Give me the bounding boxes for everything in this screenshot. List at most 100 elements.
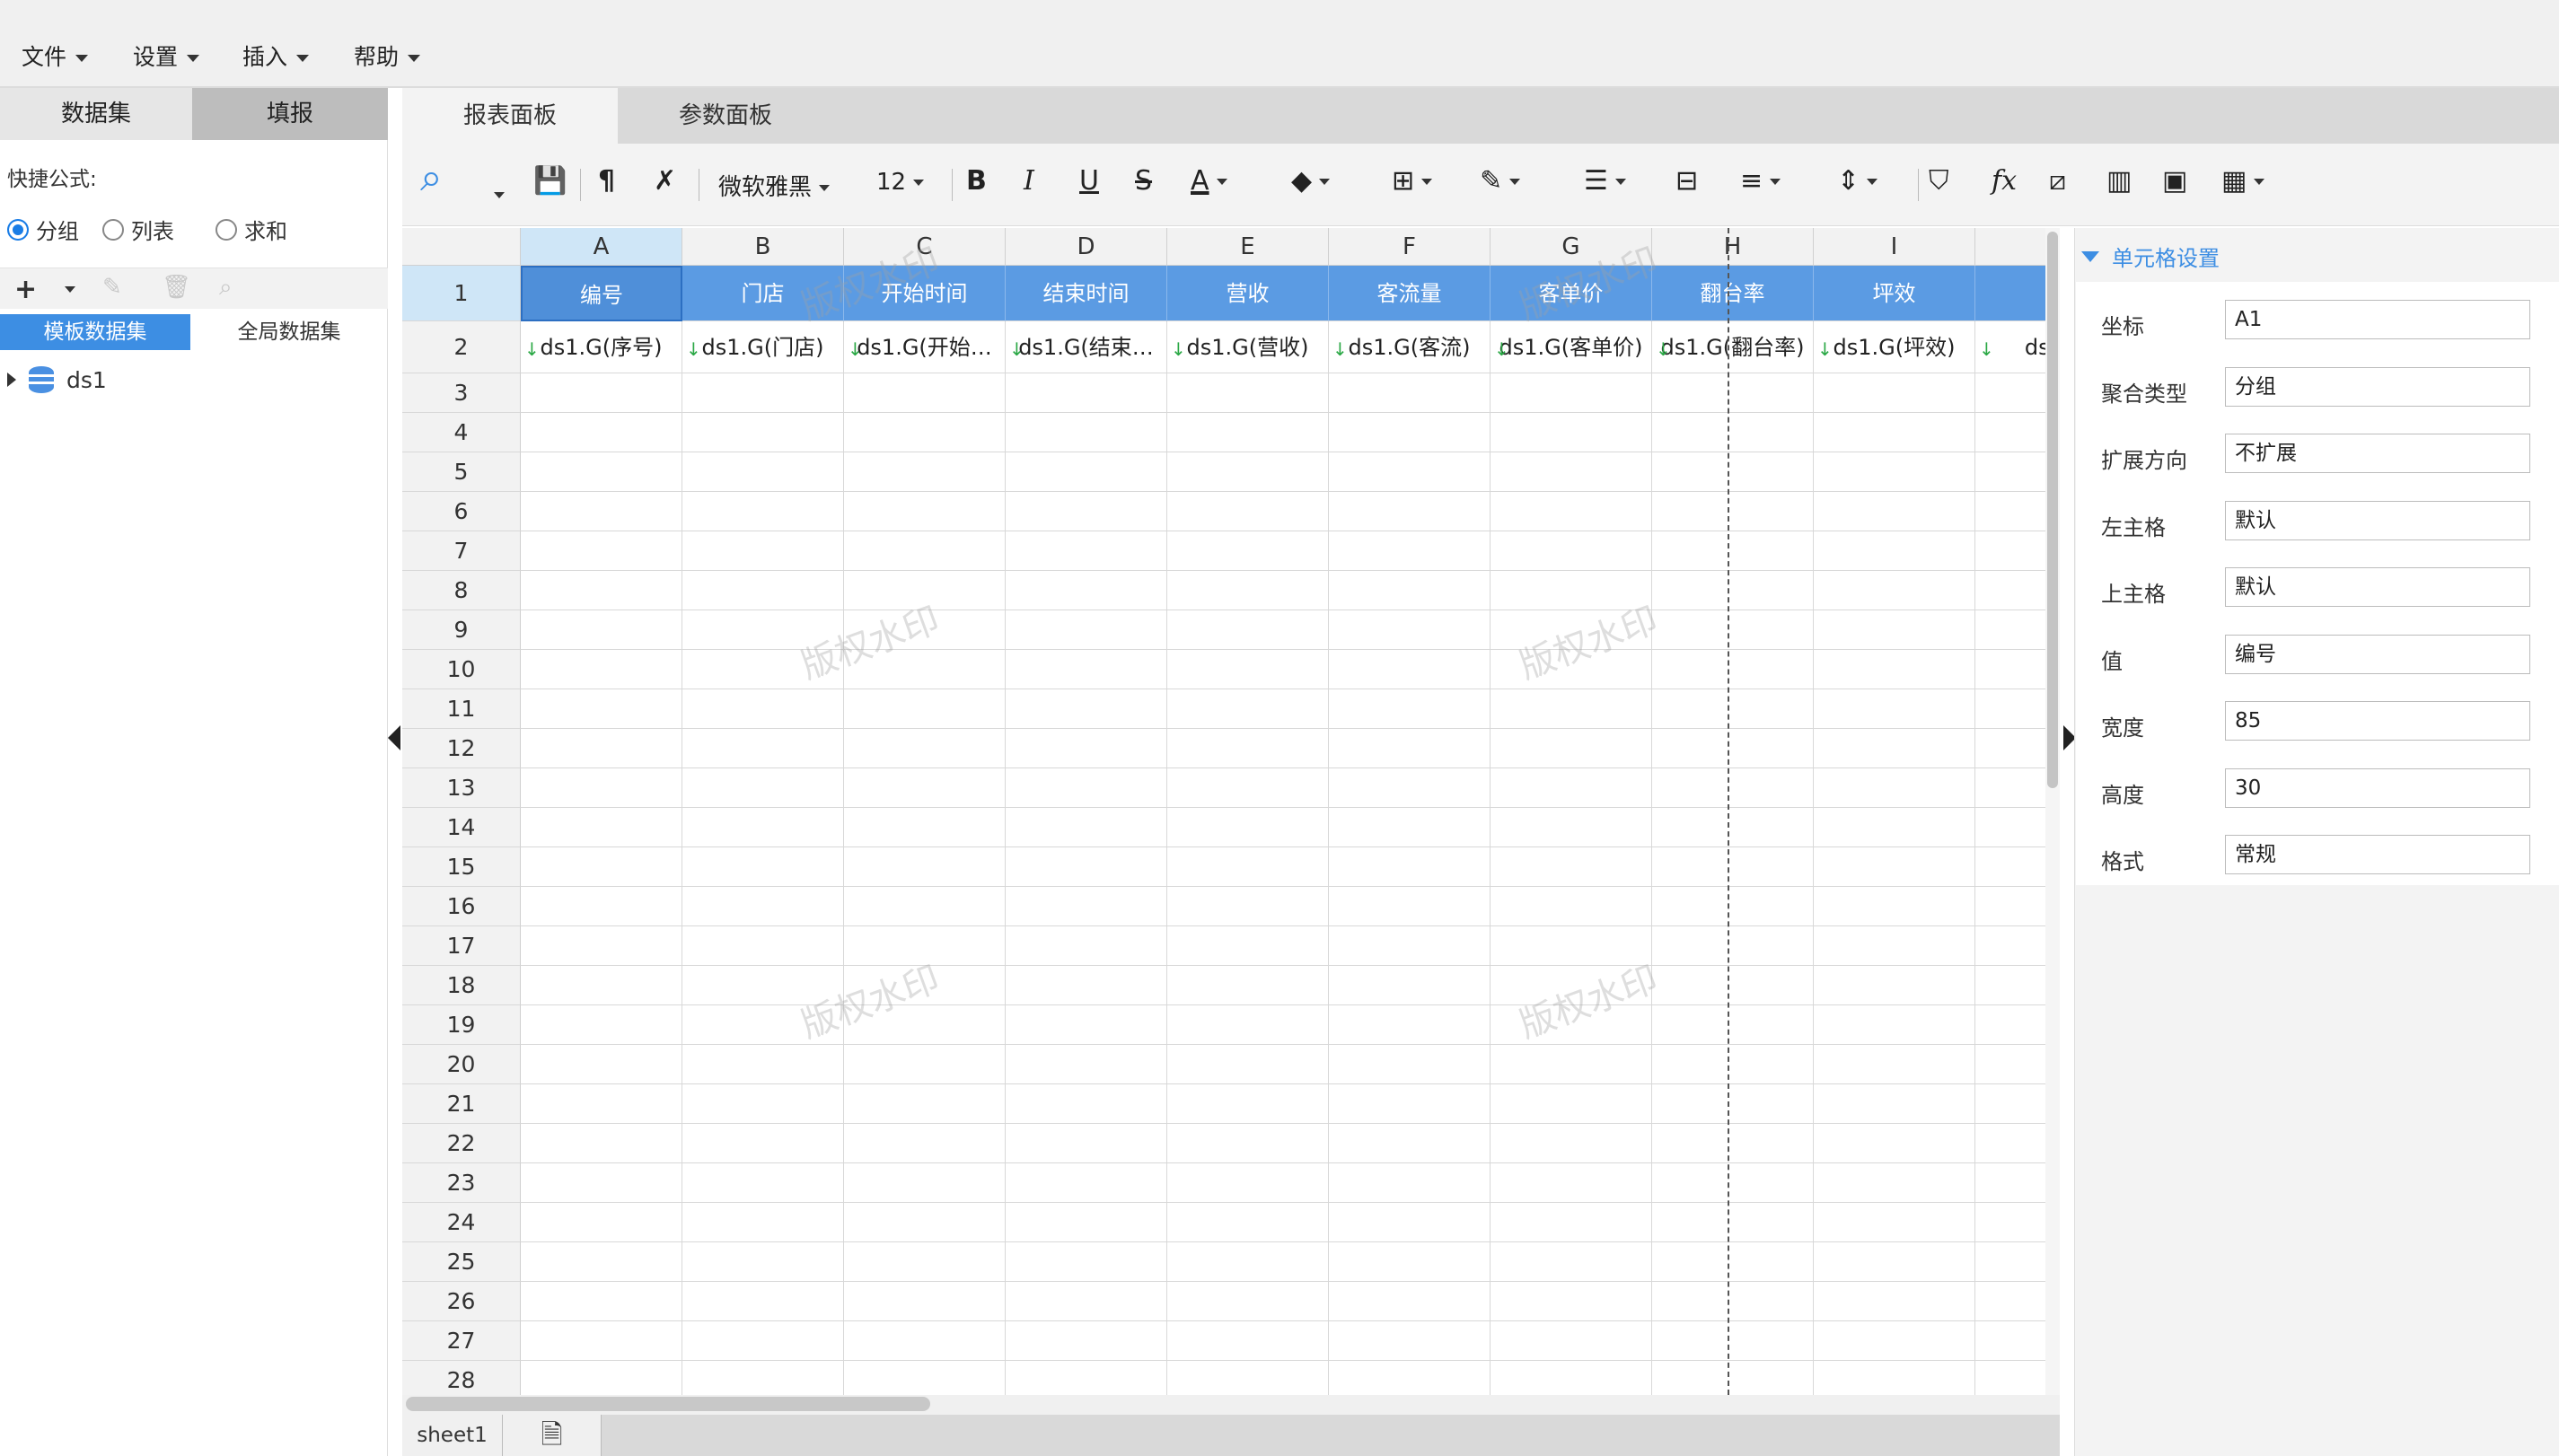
- empty-cell[interactable]: [1814, 610, 1975, 650]
- empty-cell[interactable]: [1167, 1005, 1329, 1045]
- empty-cell[interactable]: [1814, 768, 1975, 808]
- formula-icon[interactable]: fx: [1992, 165, 2017, 197]
- empty-cell[interactable]: [1167, 373, 1329, 413]
- header-cell[interactable]: 坪效: [1814, 266, 1975, 321]
- chevron-down-icon[interactable]: [494, 192, 505, 198]
- empty-cell[interactable]: [844, 847, 1006, 887]
- empty-cell[interactable]: [1814, 1084, 1975, 1124]
- clear-format-icon[interactable]: ✗: [654, 165, 676, 197]
- empty-cell[interactable]: [1167, 729, 1329, 768]
- empty-cell[interactable]: [1652, 1203, 1814, 1242]
- bold-icon[interactable]: B: [966, 165, 987, 197]
- empty-cell[interactable]: [844, 531, 1006, 571]
- empty-cell[interactable]: [1652, 571, 1814, 610]
- empty-cell[interactable]: [1167, 1242, 1329, 1282]
- empty-cell[interactable]: [1167, 1045, 1329, 1084]
- empty-cell[interactable]: [1167, 966, 1329, 1005]
- empty-cell[interactable]: [1491, 1005, 1652, 1045]
- empty-cell[interactable]: [1329, 650, 1491, 689]
- empty-cell[interactable]: [1167, 887, 1329, 926]
- vertical-align-icon[interactable]: ⇕: [1837, 165, 1878, 197]
- empty-cell[interactable]: [1652, 1124, 1814, 1163]
- empty-cell[interactable]: [1652, 887, 1814, 926]
- empty-cell[interactable]: [682, 373, 844, 413]
- empty-cell[interactable]: [682, 1203, 844, 1242]
- property-input[interactable]: A1: [2225, 300, 2530, 339]
- row-header[interactable]: 25: [402, 1242, 521, 1282]
- empty-cell[interactable]: [1975, 1005, 2045, 1045]
- empty-cell[interactable]: [844, 1361, 1006, 1395]
- empty-cell[interactable]: [521, 966, 682, 1005]
- dataset-node-ds1[interactable]: ds1: [7, 366, 107, 393]
- merge-cells-icon[interactable]: ⊟: [1675, 165, 1698, 197]
- empty-cell[interactable]: [1006, 887, 1167, 926]
- empty-cell[interactable]: [1814, 966, 1975, 1005]
- empty-cell[interactable]: [1491, 887, 1652, 926]
- empty-cell[interactable]: [844, 1163, 1006, 1203]
- empty-cell[interactable]: [1975, 808, 2045, 847]
- empty-cell[interactable]: [682, 1321, 844, 1361]
- empty-cell[interactable]: [1491, 966, 1652, 1005]
- empty-cell[interactable]: [1491, 492, 1652, 531]
- empty-cell[interactable]: [1167, 847, 1329, 887]
- menu-file[interactable]: 文件: [22, 39, 89, 72]
- empty-cell[interactable]: [1975, 729, 2045, 768]
- empty-cell[interactable]: [1329, 373, 1491, 413]
- empty-cell[interactable]: [682, 492, 844, 531]
- expand-triangle-icon[interactable]: [7, 373, 16, 387]
- empty-cell[interactable]: [1814, 808, 1975, 847]
- property-input[interactable]: 默认: [2225, 500, 2530, 540]
- empty-cell[interactable]: [1491, 1361, 1652, 1395]
- empty-cell[interactable]: [682, 1163, 844, 1203]
- row-header[interactable]: 23: [402, 1163, 521, 1203]
- edit-icon[interactable]: ✎: [102, 274, 122, 301]
- menu-help[interactable]: 帮助: [354, 39, 421, 72]
- empty-cell[interactable]: [1329, 1242, 1491, 1282]
- empty-cell[interactable]: [1652, 650, 1814, 689]
- empty-cell[interactable]: [1652, 966, 1814, 1005]
- row-header[interactable]: 11: [402, 689, 521, 729]
- row-header[interactable]: 12: [402, 729, 521, 768]
- empty-cell[interactable]: [521, 808, 682, 847]
- empty-cell[interactable]: [1167, 413, 1329, 452]
- empty-cell[interactable]: [1006, 1242, 1167, 1282]
- empty-cell[interactable]: [521, 1124, 682, 1163]
- empty-cell[interactable]: [1491, 571, 1652, 610]
- empty-cell[interactable]: [844, 1045, 1006, 1084]
- radio-group-by[interactable]: 分组: [7, 214, 79, 245]
- header-cell[interactable]: 客单价: [1491, 266, 1652, 321]
- cell-settings-header[interactable]: 单元格设置: [2081, 241, 2220, 272]
- empty-cell[interactable]: [1167, 808, 1329, 847]
- vertical-scroll-thumb[interactable]: [2047, 232, 2058, 788]
- preview-icon[interactable]: ⌕: [420, 154, 443, 200]
- empty-cell[interactable]: [682, 650, 844, 689]
- empty-cell[interactable]: [521, 1045, 682, 1084]
- property-input[interactable]: 默认: [2225, 567, 2530, 607]
- empty-cell[interactable]: [844, 729, 1006, 768]
- empty-cell[interactable]: [844, 1005, 1006, 1045]
- underline-icon[interactable]: U: [1079, 165, 1099, 197]
- column-header[interactable]: C: [844, 228, 1006, 266]
- empty-cell[interactable]: [844, 1321, 1006, 1361]
- strikethrough-icon[interactable]: S: [1135, 165, 1152, 197]
- empty-cell[interactable]: [1329, 847, 1491, 887]
- empty-cell[interactable]: [1491, 1084, 1652, 1124]
- tab-template-dataset[interactable]: 模板数据集: [0, 314, 190, 350]
- empty-cell[interactable]: [682, 413, 844, 452]
- empty-cell[interactable]: [1975, 1124, 2045, 1163]
- empty-cell[interactable]: [1975, 768, 2045, 808]
- empty-cell[interactable]: [1975, 1282, 2045, 1321]
- empty-cell[interactable]: [1329, 1282, 1491, 1321]
- empty-cell[interactable]: [1652, 808, 1814, 847]
- empty-cell[interactable]: [1167, 768, 1329, 808]
- empty-cell[interactable]: [1006, 650, 1167, 689]
- empty-cell[interactable]: [1167, 1124, 1329, 1163]
- align-left-icon[interactable]: ≡: [1740, 165, 1781, 197]
- empty-cell[interactable]: [682, 1045, 844, 1084]
- empty-cell[interactable]: [1006, 1203, 1167, 1242]
- row-header[interactable]: 13: [402, 768, 521, 808]
- empty-cell[interactable]: [1006, 729, 1167, 768]
- empty-cell[interactable]: [1491, 531, 1652, 571]
- empty-cell[interactable]: [521, 1282, 682, 1321]
- empty-cell[interactable]: [1975, 492, 2045, 531]
